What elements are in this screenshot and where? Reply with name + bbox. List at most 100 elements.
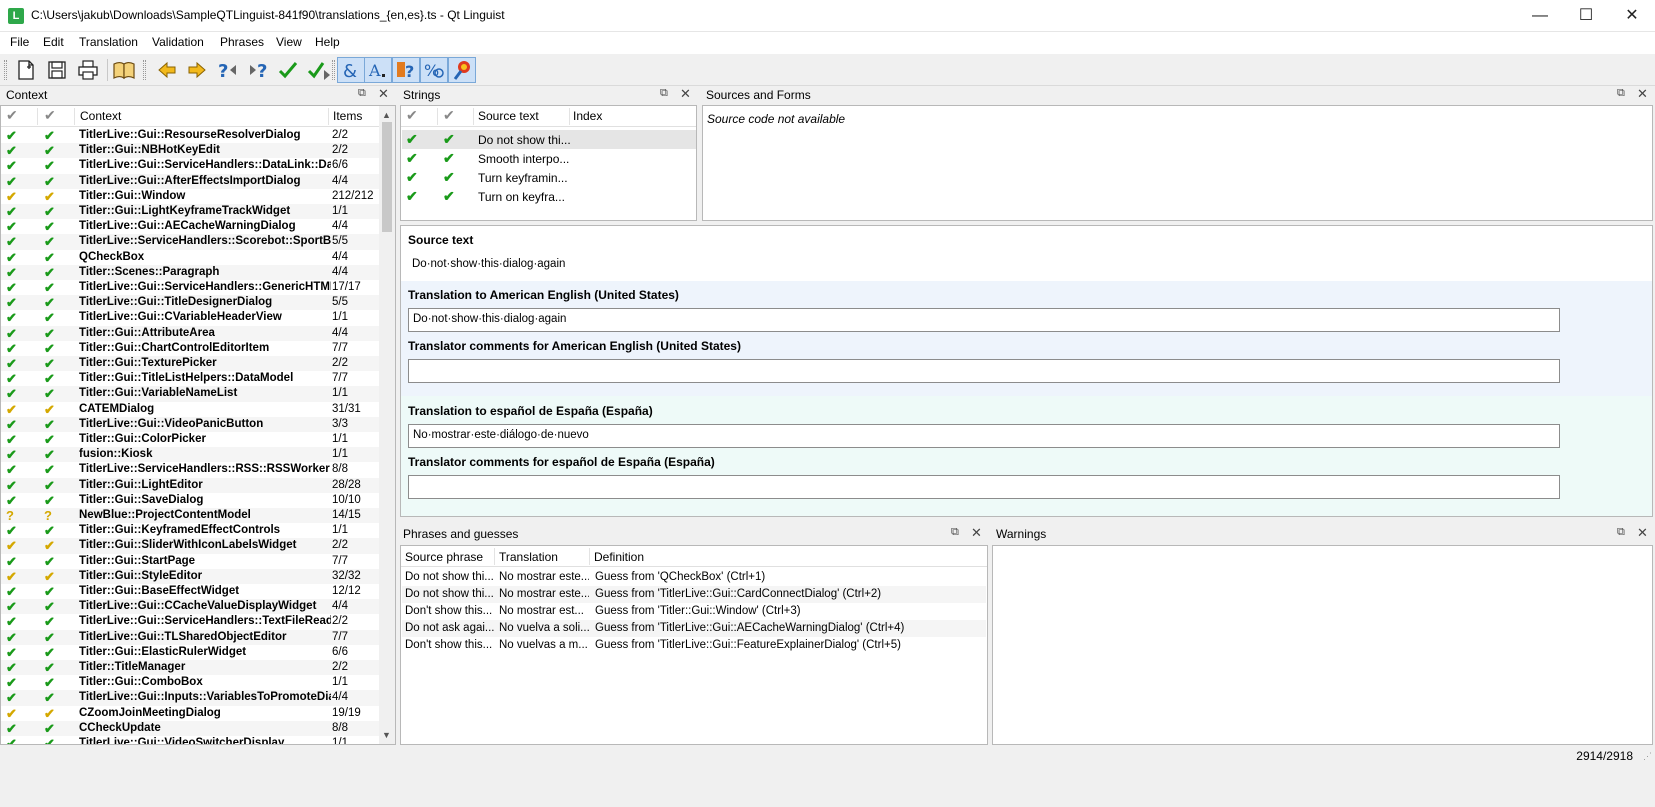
context-row[interactable]: ✔ ✔ fusion::Kiosk 1/1: [1, 447, 379, 463]
scroll-down-icon[interactable]: ▼: [382, 730, 391, 740]
context-row[interactable]: ✔ ✔ Titler::Gui::StyleEditor 32/32: [1, 568, 379, 584]
close-icon[interactable]: ✕: [1637, 86, 1648, 102]
done-and-next-icon[interactable]: [305, 57, 333, 83]
context-row[interactable]: ✔ ✔ Titler::Gui::ChartControlEditorItem 7/7: [1, 341, 379, 356]
size-grip-icon[interactable]: ⋰: [1643, 751, 1652, 762]
menu-help[interactable]: Help: [315, 35, 340, 49]
scroll-thumb[interactable]: [382, 122, 392, 232]
toolbar-handle[interactable]: [332, 60, 335, 80]
menu-translation[interactable]: Translation: [79, 35, 138, 49]
source-text-column-header[interactable]: Source text: [478, 109, 539, 123]
scroll-up-icon[interactable]: ▲: [382, 110, 391, 120]
items-column-header[interactable]: Items: [333, 109, 362, 123]
print-icon[interactable]: [74, 57, 102, 83]
translation-column-header[interactable]: Translation: [499, 550, 558, 564]
context-row[interactable]: ✔ ✔ TitlerLive::Gui::CVariableHeaderView 1/…: [1, 310, 379, 325]
context-scrollbar[interactable]: ▲ ▼: [379, 106, 395, 744]
definition-column-header[interactable]: Definition: [594, 550, 644, 564]
menu-file[interactable]: File: [10, 35, 29, 49]
context-row[interactable]: ✔ ✔ Titler::Gui::VariableNameList 1/1: [1, 386, 379, 402]
phrase-row[interactable]: Don't show this... No vuelvas a m... Guess…: [402, 637, 986, 654]
ending-punctuation-icon[interactable]: A: [364, 57, 392, 83]
close-icon[interactable]: ✕: [971, 525, 982, 541]
surrounding-whitespace-icon[interactable]: [448, 57, 476, 83]
context-row[interactable]: ✔ ✔ Titler::Gui::ElasticRulerWidget 6/6: [1, 645, 379, 660]
es-comments-field[interactable]: [408, 475, 1560, 499]
string-row[interactable]: ✔ ✔ Turn on keyfra...: [402, 187, 696, 206]
place-markers-icon[interactable]: %: [420, 57, 448, 83]
context-table[interactable]: ✔ ✔ Context Items ✔ ✔ TitlerLive::Gui::Res…: [0, 105, 396, 745]
string-row[interactable]: ✔ ✔ Turn keyframin...: [402, 168, 696, 187]
context-row[interactable]: ✔ ✔ CATEMDialog 31/31: [1, 402, 379, 417]
context-row[interactable]: ✔ ✔ TitlerLive::Gui::AfterEffectsImportDia…: [1, 173, 379, 189]
string-row[interactable]: ✔ ✔ Do not show thi...: [402, 130, 696, 149]
context-row[interactable]: ✔ ✔ Titler::Gui::BaseEffectWidget 12/12: [1, 584, 379, 599]
next-unfinished-icon[interactable]: ?: [244, 57, 272, 83]
accepted-check-icon[interactable]: ✔: [406, 150, 418, 167]
context-row[interactable]: ✔ ✔ TitlerLive::Gui::TitleDesignerDialog 5/…: [1, 295, 379, 311]
toolbar-handle[interactable]: [143, 60, 146, 80]
context-row[interactable]: ✔ ✔ TitlerLive::Gui::ServiceHandlers::Data…: [1, 158, 379, 173]
toolbar-handle[interactable]: [4, 60, 7, 80]
close-icon[interactable]: ✕: [680, 86, 691, 102]
context-row[interactable]: ✔ ✔ Titler::Scenes::Paragraph 4/4: [1, 264, 379, 280]
accepted-column-icon[interactable]: ✔: [406, 107, 418, 124]
prev-icon[interactable]: [153, 57, 181, 83]
accepted-check-icon[interactable]: ✔: [406, 169, 418, 186]
close-icon[interactable]: ✕: [378, 86, 389, 102]
minimize-button[interactable]: —: [1517, 0, 1563, 31]
float-icon[interactable]: ⧉: [358, 87, 366, 100]
prev-unfinished-icon[interactable]: ?: [214, 57, 242, 83]
float-icon[interactable]: ⧉: [660, 87, 668, 100]
done-icon[interactable]: [274, 57, 302, 83]
context-row[interactable]: ?? NewBlue::ProjectContentModel 14/15: [1, 508, 379, 524]
context-row[interactable]: ✔ ✔ Titler::Gui::TexturePicker 2/2: [1, 356, 379, 372]
open-icon[interactable]: [12, 57, 40, 83]
context-row[interactable]: ✔ ✔ Titler::Gui::ColorPicker 1/1: [1, 432, 379, 447]
context-row[interactable]: ✔ ✔ Titler::Gui::Window 212/212: [1, 189, 379, 204]
validated-column-icon[interactable]: ✔: [44, 107, 56, 124]
phrase-row[interactable]: Do not ask agai... No vuelva a soli... Gue…: [402, 620, 986, 637]
string-row[interactable]: ✔ ✔ Smooth interpo...: [402, 149, 696, 168]
context-row[interactable]: ✔ ✔ Titler::Gui::KeyframedEffectControls 1/…: [1, 523, 379, 538]
menu-view[interactable]: View: [276, 35, 302, 49]
close-icon[interactable]: ✕: [1637, 525, 1648, 541]
accepted-check-icon[interactable]: ✔: [406, 131, 418, 148]
next-icon[interactable]: [183, 57, 211, 83]
context-row[interactable]: ✔ ✔ TitlerLive::Gui::ServiceHandlers::Gene…: [1, 280, 379, 295]
context-row[interactable]: ✔ ✔ Titler::Gui::SaveDialog 10/10: [1, 493, 379, 508]
accepted-column-icon[interactable]: ✔: [6, 107, 18, 124]
context-row[interactable]: ✔ ✔ Titler::Gui::NBHotKeyEdit 2/2: [1, 143, 379, 159]
strings-table[interactable]: ✔ ✔ Source text Index ✔ ✔ Do not show th…: [400, 105, 697, 221]
phrase-matches-icon[interactable]: ?: [392, 57, 420, 83]
context-row[interactable]: ✔ ✔ Titler::Gui::StartPage 7/7: [1, 554, 379, 569]
warnings-view[interactable]: [992, 545, 1653, 745]
context-row[interactable]: ✔ ✔ Titler::TitleManager 2/2: [1, 660, 379, 676]
menu-validation[interactable]: Validation: [152, 35, 204, 49]
phrase-row[interactable]: Do not show thi... No mostrar este... Gues…: [402, 586, 986, 603]
index-column-header[interactable]: Index: [573, 109, 602, 123]
context-row[interactable]: ✔ ✔ TitlerLive::Gui::ResourseResolverDialo…: [1, 128, 379, 143]
context-row[interactable]: ✔ ✔ Titler::Gui::LightEditor 28/28: [1, 477, 379, 493]
context-row[interactable]: ✔ ✔ Titler::Gui::ComboBox 1/1: [1, 675, 379, 690]
context-column-header[interactable]: Context: [80, 109, 121, 123]
float-icon[interactable]: ⧉: [951, 526, 959, 539]
close-button[interactable]: ✕: [1609, 0, 1655, 31]
accepted-check-icon[interactable]: ✔: [406, 188, 418, 205]
context-row[interactable]: ✔ ✔ TitlerLive::Gui::VideoPanicButton 3/3: [1, 416, 379, 432]
context-row[interactable]: ✔ ✔ TitlerLive::ServiceHandlers::RSS::RSSW…: [1, 462, 379, 477]
context-row[interactable]: ✔ ✔ TitlerLive::Gui::TLSharedObjectEditor 7…: [1, 629, 379, 645]
menu-edit[interactable]: Edit: [43, 35, 64, 49]
phrase-row[interactable]: Don't show this... No mostrar est... Guess…: [402, 603, 986, 620]
phrase-row[interactable]: Do not show thi... No mostrar este... Gues…: [402, 569, 986, 586]
float-icon[interactable]: ⧉: [1617, 526, 1625, 539]
context-row[interactable]: ✔ ✔ CCheckUpdate 8/8: [1, 720, 379, 736]
phrases-table[interactable]: Source phrase Translation Definition Do …: [400, 545, 988, 745]
context-row[interactable]: ✔ ✔ CZoomJoinMeetingDialog 19/19: [1, 706, 379, 721]
context-row[interactable]: ✔ ✔ Titler::Gui::LightKeyframeTrackWidget 1…: [1, 204, 379, 220]
menu-phrases[interactable]: Phrases: [220, 35, 264, 49]
context-row[interactable]: ✔ ✔ Titler::Gui::AttributeArea 4/4: [1, 325, 379, 341]
context-row[interactable]: ✔ ✔ TitlerLive::Gui::AECacheWarningDialog 4…: [1, 219, 379, 234]
context-row[interactable]: ✔ ✔ TitlerLive::Gui::Inputs::VariablesToPr…: [1, 690, 379, 706]
accelerators-icon[interactable]: &: [337, 57, 365, 83]
